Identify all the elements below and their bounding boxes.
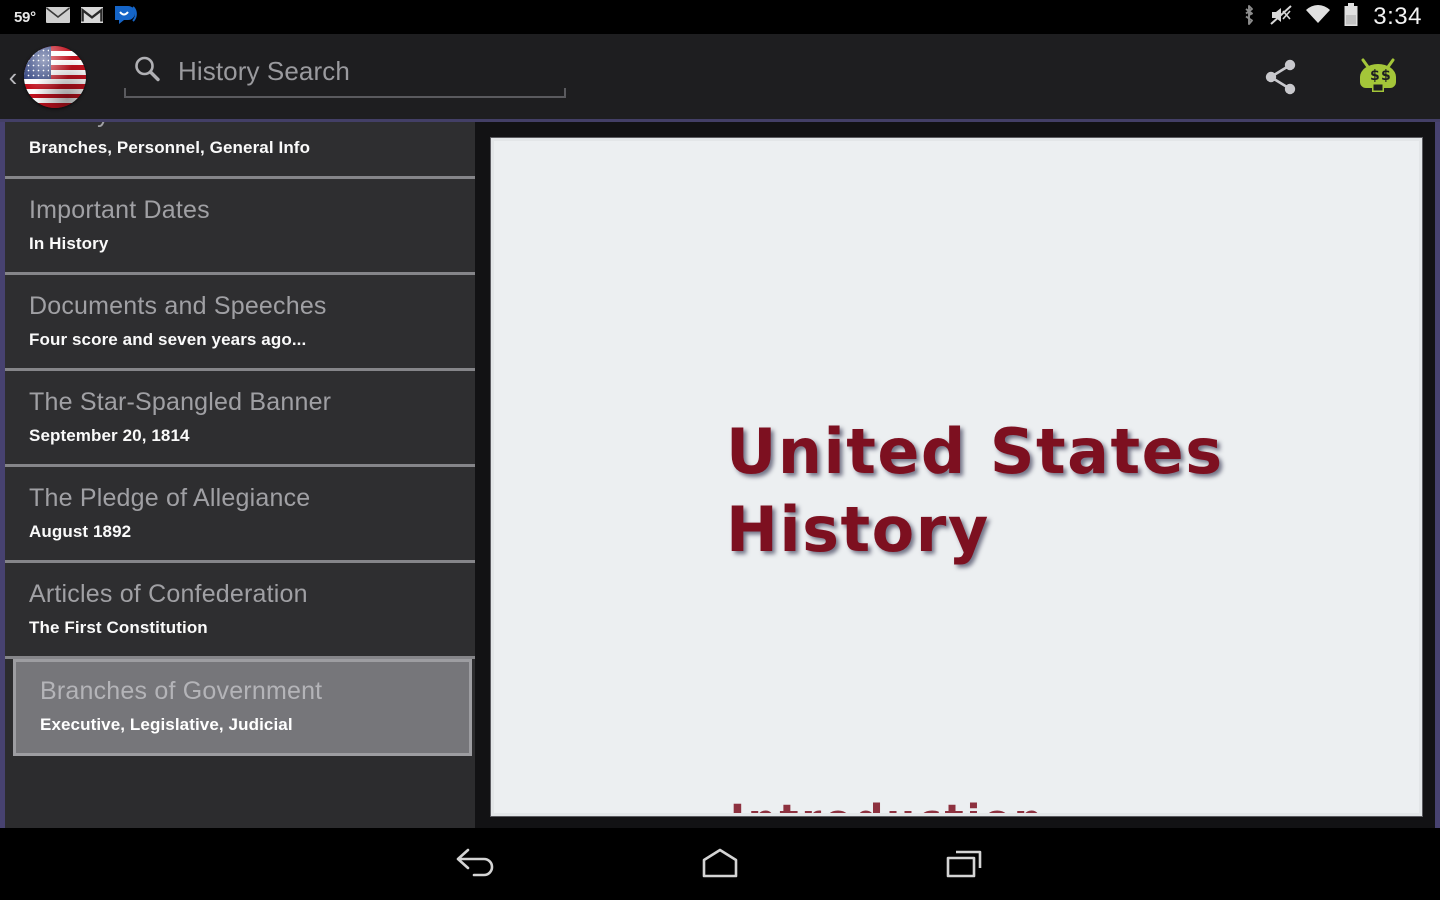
search-placeholder: History Search: [178, 55, 350, 86]
svg-text:$: $: [1370, 68, 1380, 84]
topic-title: Articles of Confederation: [29, 580, 308, 608]
device-screen: 59° 3:34 ‹ History Search $ $ Branches, …: [0, 0, 1440, 900]
topic-list[interactable]: Military Branches, Personnel, General Inf…: [5, 122, 475, 828]
page-title: United States History: [726, 413, 1224, 569]
airdroid-icon: [113, 4, 139, 31]
bluetooth-icon: [1241, 4, 1257, 31]
action-bar: ‹ History Search $ $: [0, 34, 1440, 120]
temperature-indicator: 59°: [14, 8, 36, 26]
status-bar-left: 59°: [0, 4, 139, 31]
navigation-bar: [0, 828, 1440, 900]
topic-title: Important Dates: [29, 196, 210, 224]
topic-list-item[interactable]: Documents and Speeches Four score and sev…: [5, 275, 475, 371]
status-bar-right: 3:34: [1241, 2, 1440, 32]
android-money-icon[interactable]: $ $: [1354, 55, 1402, 99]
volume-muted-icon: [1269, 4, 1293, 31]
content-area: Military Branches, Personnel, General Inf…: [0, 122, 1440, 828]
clipped-subtitle: Introduction: [730, 797, 1045, 813]
topic-list-item[interactable]: Articles of Confederation The First Const…: [5, 563, 475, 659]
topic-title: The Star-Spangled Banner: [29, 388, 332, 416]
wifi-icon: [1305, 4, 1331, 30]
page-title-line-1: United States: [726, 415, 1224, 488]
topic-title: Military: [29, 122, 475, 129]
up-navigation-caret[interactable]: ‹: [4, 64, 22, 90]
flag-gloss: [24, 46, 86, 108]
topic-list-item[interactable]: The Pledge of Allegiance August 1892: [5, 467, 475, 563]
back-button[interactable]: [354, 846, 598, 882]
clock: 3:34: [1373, 3, 1422, 30]
detail-card: United States History Introduction: [491, 138, 1422, 816]
search-icon: [132, 54, 162, 89]
recents-button[interactable]: [842, 846, 1086, 882]
topic-subtitle: In History: [29, 234, 109, 253]
topic-title: Branches of Government: [40, 677, 323, 705]
topic-subtitle: Four score and seven years ago...: [29, 330, 307, 349]
share-icon[interactable]: [1260, 56, 1302, 98]
email-icon: [45, 6, 71, 29]
search-input[interactable]: History Search: [114, 49, 566, 105]
detail-pane: United States History Introduction: [475, 122, 1435, 828]
topic-subtitle: September 20, 1814: [29, 426, 190, 445]
page-title-line-2: History: [726, 493, 990, 567]
home-button[interactable]: [598, 846, 842, 882]
topic-list-item[interactable]: The Star-Spangled Banner September 20, 18…: [5, 371, 475, 467]
topic-subtitle: Branches, Personnel, General Info: [29, 138, 311, 157]
topic-subtitle: Executive, Legislative, Judicial: [40, 715, 293, 734]
us-flag-icon[interactable]: [24, 46, 86, 108]
topic-list-item[interactable]: Important Dates In History: [5, 179, 475, 275]
status-bar: 59° 3:34: [0, 0, 1440, 34]
action-bar-actions: $ $: [1260, 55, 1440, 99]
search-row: History Search: [114, 49, 566, 93]
topic-list-item[interactable]: Military Branches, Personnel, General Inf…: [5, 122, 475, 179]
svg-text:$: $: [1381, 68, 1391, 84]
search-underline: [124, 88, 566, 98]
battery-icon: [1343, 2, 1359, 32]
gmail-icon: [80, 6, 104, 29]
topic-subtitle: August 1892: [29, 522, 132, 541]
topic-title: The Pledge of Allegiance: [29, 484, 311, 512]
topic-list-item[interactable]: Branches of Government Executive, Legisla…: [13, 659, 472, 756]
topic-title: Documents and Speeches: [29, 292, 327, 320]
topic-subtitle: The First Constitution: [29, 618, 208, 637]
